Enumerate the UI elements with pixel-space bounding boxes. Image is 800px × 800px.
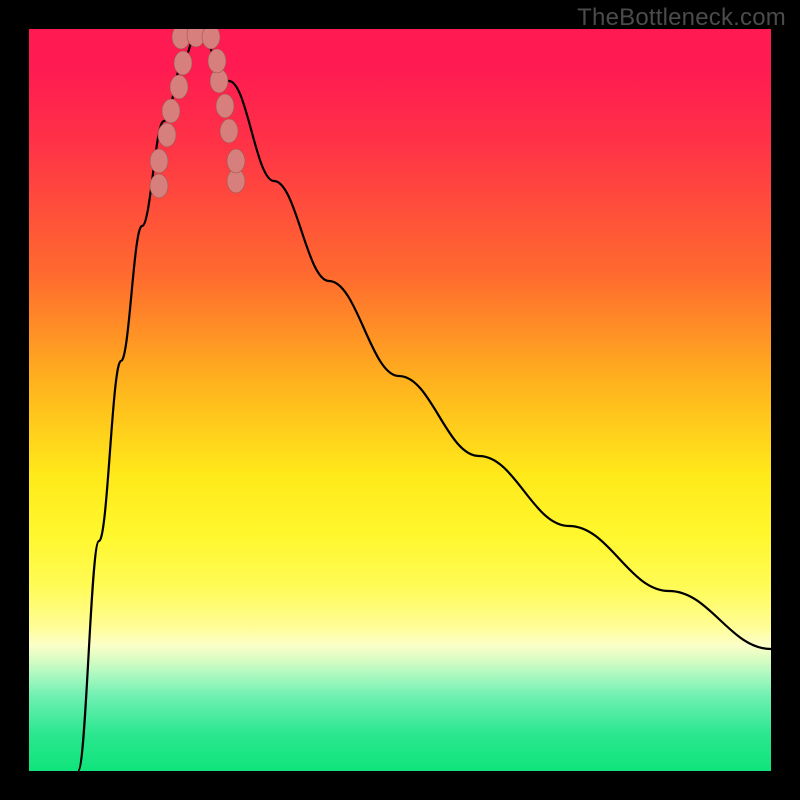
data-marker bbox=[170, 75, 188, 99]
watermark-text: TheBottleneck.com bbox=[577, 4, 786, 32]
outer-frame: TheBottleneck.com bbox=[0, 0, 800, 800]
data-marker bbox=[162, 99, 180, 123]
data-marker bbox=[202, 29, 220, 49]
curve-left-branch bbox=[78, 29, 197, 771]
data-marker bbox=[150, 174, 168, 198]
data-marker bbox=[150, 149, 168, 173]
data-marker bbox=[208, 49, 226, 73]
data-marker bbox=[216, 94, 234, 118]
marker-group bbox=[150, 29, 245, 198]
data-marker bbox=[227, 149, 245, 173]
data-marker bbox=[174, 51, 192, 75]
data-marker bbox=[158, 123, 176, 147]
curve-right-branch bbox=[197, 29, 771, 649]
plot-area bbox=[29, 29, 771, 771]
data-marker bbox=[220, 119, 238, 143]
chart-svg bbox=[29, 29, 771, 771]
